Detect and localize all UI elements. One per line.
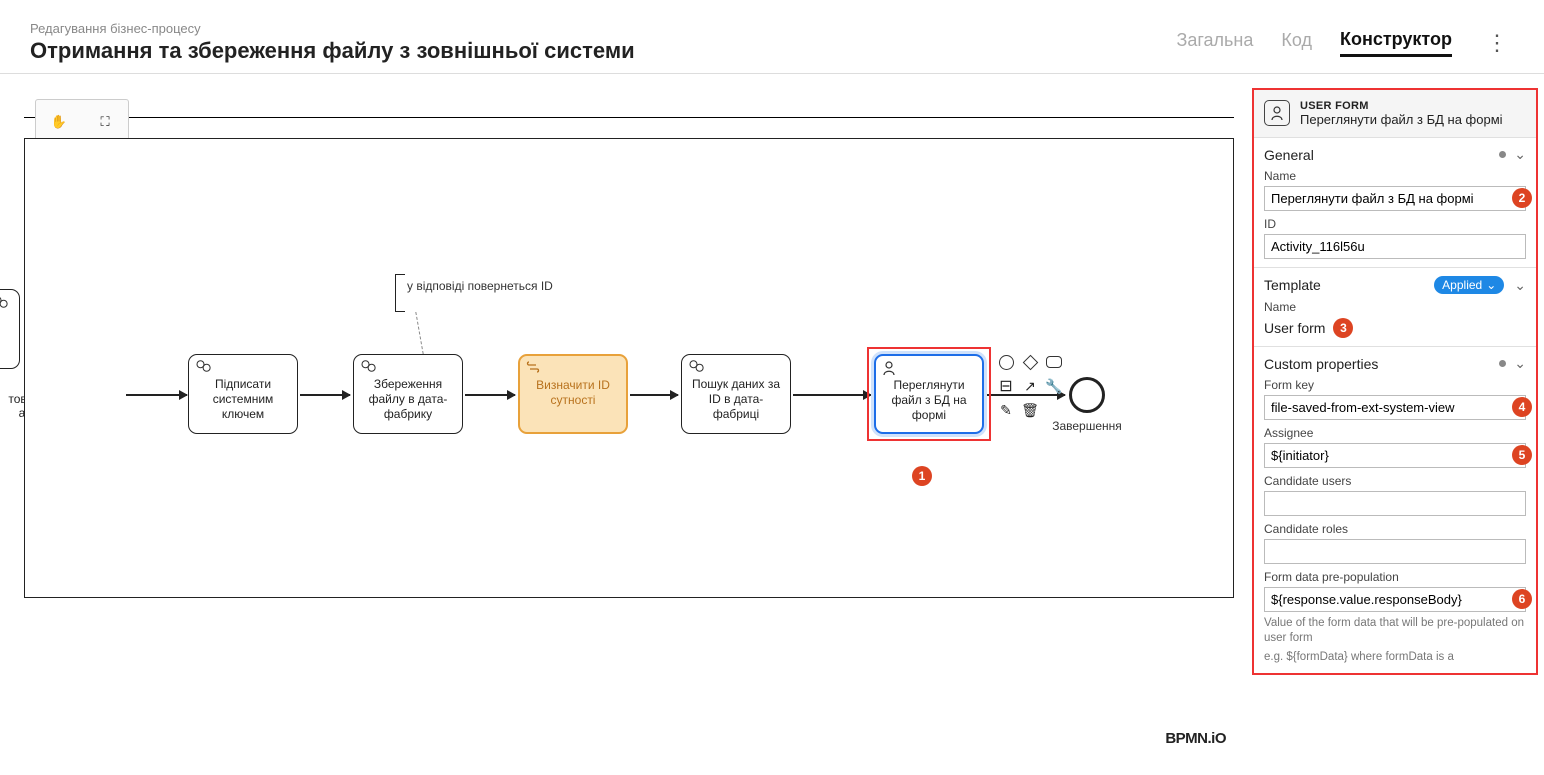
candidate-roles-input[interactable]	[1264, 539, 1526, 564]
formkey-label: Form key	[1264, 378, 1526, 392]
section-dot-icon	[1499, 360, 1506, 367]
panel-type: USER FORM	[1300, 100, 1503, 112]
gears-icon	[0, 295, 10, 309]
breadcrumb: Редагування бізнес-процесу	[30, 21, 1176, 36]
sequence-flow[interactable]	[300, 394, 350, 396]
task-sign[interactable]: Підписати системним ключем	[188, 354, 298, 434]
callout-badge-2: 2	[1512, 188, 1532, 208]
id-input[interactable]	[1264, 234, 1526, 259]
sequence-flow[interactable]	[465, 394, 515, 396]
callout-badge-3: 3	[1333, 318, 1353, 338]
section-template: Template Applied ⌄ ⌄ Name User form 3	[1254, 268, 1536, 347]
applied-pill[interactable]: Applied ⌄	[1434, 276, 1504, 294]
gears-icon	[360, 359, 378, 373]
section-dot-icon	[1499, 151, 1506, 158]
ctx-task[interactable]	[1045, 353, 1063, 371]
circle-icon	[999, 355, 1014, 370]
name-label: Name	[1264, 169, 1526, 183]
task-review-selected[interactable]: Переглянути файл з БД на формі	[874, 354, 984, 434]
ctx-annotation[interactable]: ⊟	[997, 377, 1015, 395]
section-title: General	[1264, 147, 1314, 163]
chevron-down-icon[interactable]: ⌄	[1514, 277, 1526, 294]
id-label: ID	[1264, 217, 1526, 231]
tab-code[interactable]: Код	[1281, 30, 1312, 55]
template-name-value: User form	[1264, 320, 1325, 336]
callout-badge-6: 6	[1512, 589, 1532, 609]
bpmn-logo: BPMN.iO	[1165, 730, 1226, 747]
section-general: General ⌄ Name 2 ID	[1254, 138, 1536, 268]
callout-badge-4: 4	[1512, 397, 1532, 417]
user-icon	[882, 360, 896, 376]
candidate-users-label: Candidate users	[1264, 474, 1526, 488]
annotation-icon: ⊟	[999, 376, 1012, 396]
prepop-input[interactable]	[1264, 587, 1526, 612]
assignee-input[interactable]	[1264, 443, 1526, 468]
name-input[interactable]	[1264, 186, 1526, 211]
gears-icon	[195, 359, 213, 373]
end-event[interactable]	[1069, 377, 1105, 413]
section-custom: Custom properties ⌄ Form key 4 Assignee …	[1254, 347, 1536, 673]
task-label: Пошук даних за ID в дата-фабриці	[692, 377, 780, 421]
task-label: Збереження файлу в дата-фабрику	[369, 377, 448, 421]
ctx-wrench[interactable]: 🔧	[1045, 377, 1063, 395]
prepop-label: Form data pre-population	[1264, 570, 1526, 584]
pool-line	[24, 117, 1234, 118]
task-label: Підписати системним ключем	[213, 377, 274, 421]
callout-badge-5: 5	[1512, 445, 1532, 465]
chevron-down-icon[interactable]: ⌄	[1514, 355, 1526, 372]
annotation-bracket	[395, 274, 405, 312]
panel-header: USER FORM Переглянути файл з БД на формі	[1254, 90, 1536, 138]
kebab-menu[interactable]: ⋮	[1480, 30, 1514, 56]
prepop-help-2: e.g. ${formData} where formData is a	[1264, 650, 1526, 665]
context-pad: ⊟ ↗ 🔧 ✎ 🗑	[997, 353, 1063, 419]
task-label: Переглянути файл з БД на формі	[891, 378, 966, 422]
gears-icon	[688, 359, 706, 373]
section-title: Custom properties	[1264, 356, 1378, 372]
tab-general[interactable]: Загальна	[1176, 30, 1253, 55]
header: Редагування бізнес-процесу Отримання та …	[0, 0, 1544, 74]
ctx-gateway[interactable]	[1021, 353, 1039, 371]
assignee-label: Assignee	[1264, 426, 1526, 440]
task-define-id[interactable]: Визначити ID сутності	[518, 354, 628, 434]
prepop-help: Value of the form data that will be pre-…	[1264, 616, 1526, 646]
diamond-icon	[1022, 354, 1038, 370]
ctx-connect[interactable]: ↗	[1021, 377, 1039, 395]
bpmn-canvas[interactable]: у відповіді повернеться ID Підписати сис…	[24, 138, 1234, 598]
properties-panel: USER FORM Переглянути файл з БД на формі…	[1252, 88, 1538, 675]
ctx-config[interactable]: ✎	[997, 401, 1015, 419]
candidate-users-input[interactable]	[1264, 491, 1526, 516]
tab-designer[interactable]: Конструктор	[1340, 29, 1452, 57]
panel-subtitle: Переглянути файл з БД на формі	[1300, 112, 1503, 127]
template-name-label: Name	[1264, 300, 1526, 314]
sequence-flow[interactable]	[126, 394, 187, 396]
annotation-connector	[415, 312, 423, 354]
tabs: Загальна Код Конструктор ⋮	[1176, 29, 1514, 57]
ctx-delete[interactable]: 🗑	[1021, 401, 1039, 419]
sequence-flow[interactable]	[793, 394, 871, 396]
chevron-down-icon: ⌄	[1486, 278, 1496, 292]
task-search[interactable]: Пошук даних за ID в дата-фабриці	[681, 354, 791, 434]
ctx-start-event[interactable]	[997, 353, 1015, 371]
user-form-icon	[1264, 100, 1290, 126]
script-icon	[526, 360, 540, 374]
section-title: Template	[1264, 277, 1321, 293]
formkey-input[interactable]	[1264, 395, 1526, 420]
wrench-icon: 🔧	[1045, 378, 1062, 395]
connect-icon: ↗	[1024, 378, 1036, 395]
task-icon	[1046, 356, 1062, 368]
task-save[interactable]: Збереження файлу в дата-фабрику	[353, 354, 463, 434]
sequence-flow[interactable]	[630, 394, 678, 396]
page-title: Отримання та збереження файлу з зовнішнь…	[30, 38, 1176, 64]
trash-icon: 🗑	[1021, 402, 1039, 419]
chevron-down-icon[interactable]: ⌄	[1514, 146, 1526, 163]
end-event-label: Завершення	[1045, 419, 1129, 433]
candidate-roles-label: Candidate roles	[1264, 522, 1526, 536]
annotation-text[interactable]: у відповіді повернеться ID	[407, 279, 553, 293]
lasso-icon: ⛶	[94, 111, 116, 133]
hand-icon: ✋	[48, 111, 70, 133]
callout-badge-1: 1	[912, 466, 932, 486]
tool-icon: ✎	[1000, 402, 1012, 419]
task-label: Визначити ID сутності	[536, 378, 610, 407]
clipped-task[interactable]	[0, 289, 20, 369]
